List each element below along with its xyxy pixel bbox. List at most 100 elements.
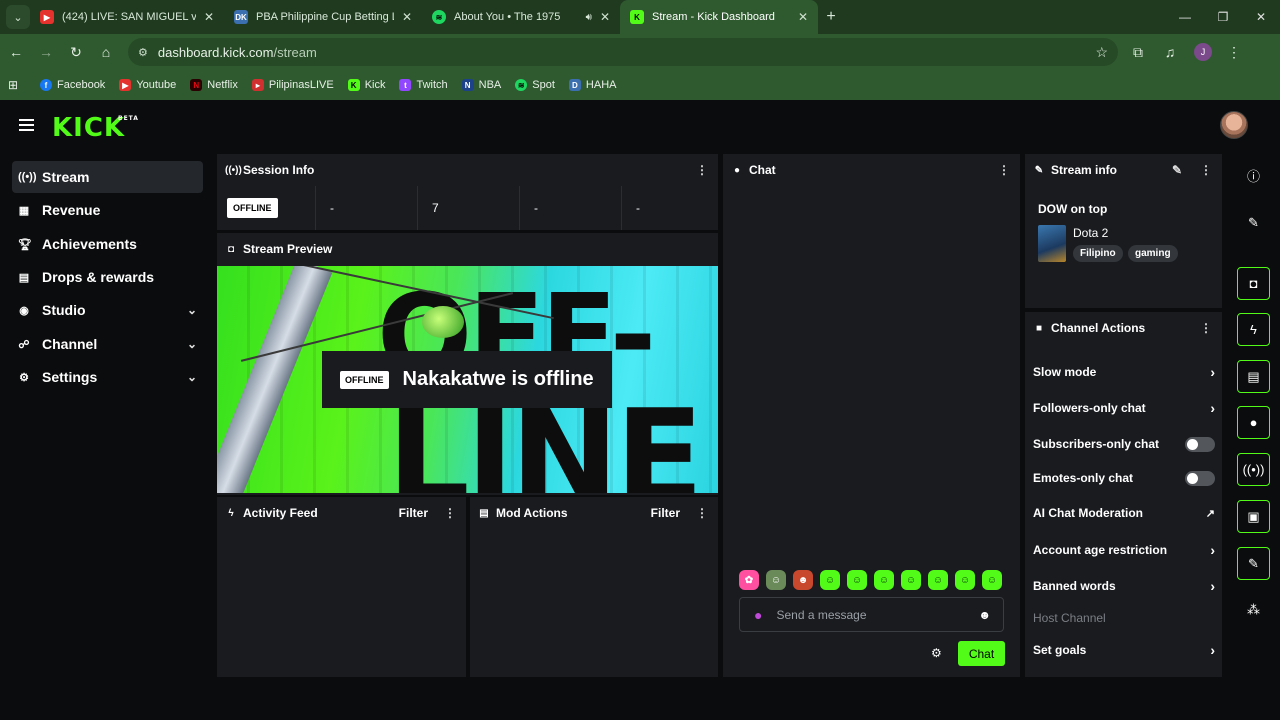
bookmark-pilipinaslive[interactable]: ▸ PilipinasLIVE <box>251 79 334 91</box>
home-icon[interactable]: ⌂ <box>92 44 120 60</box>
broadcast-icon[interactable]: ((•)) <box>1237 453 1270 486</box>
chevron-down-icon[interactable]: ⌄ <box>187 303 197 317</box>
more-options-icon[interactable]: ⋮ <box>1200 321 1212 335</box>
site-info-icon[interactable]: ⚙ <box>138 46 148 59</box>
preview-toggle-icon[interactable]: ◘ <box>1237 267 1270 300</box>
apps-grid-icon[interactable]: ⊞ <box>8 78 24 92</box>
edit-icon[interactable]: ✎ <box>1237 206 1270 239</box>
set-goals-row[interactable]: Set goals › <box>1033 640 1215 660</box>
emote-icon[interactable]: ☺ <box>901 570 921 590</box>
browser-tab[interactable]: ≋ About You • The 1975 🔊︎ ✕ <box>422 0 620 34</box>
bookmark-nba[interactable]: N NBA <box>461 79 501 91</box>
chevron-down-icon[interactable]: ⌄ <box>187 337 197 351</box>
chevron-down-icon[interactable]: ⌄ <box>187 370 197 384</box>
bookmark-youtube[interactable]: ▶ Youtube <box>119 79 176 91</box>
action-label: AI Chat Moderation <box>1033 506 1143 520</box>
minimize-icon[interactable]: — <box>1166 0 1204 34</box>
close-icon[interactable]: ✕ <box>204 10 214 24</box>
camera-icon[interactable]: ▣ <box>1237 500 1270 533</box>
browser-tab[interactable]: DK PBA Philippine Cup Betting Lines ✕ <box>224 0 422 34</box>
bookmark-kick[interactable]: K Kick <box>347 79 386 91</box>
emote-icon[interactable]: ☺ <box>874 570 894 590</box>
game-name[interactable]: Dota 2 <box>1073 226 1108 240</box>
lightning-icon[interactable]: ϟ <box>1237 313 1270 346</box>
filter-button[interactable]: Filter <box>651 506 680 520</box>
dashboard-sidebar: ((•)) Stream ▦ Revenue 🏆︎ Achievements ▤ Dro… <box>0 153 213 683</box>
tab-search-button[interactable]: ⌄ <box>6 5 30 29</box>
user-avatar[interactable] <box>1220 111 1248 139</box>
bookmark-haha[interactable]: D HAHA <box>568 79 616 91</box>
tab-title: About You • The 1975 <box>454 11 561 23</box>
media-icon[interactable]: ♫ <box>1158 44 1182 60</box>
emote-icon[interactable]: ☺ <box>928 570 948 590</box>
browser-tab[interactable]: ▶ (424) LIVE: SAN MIGUEL vs. BRGY ✕ <box>30 0 224 34</box>
menu-icon[interactable] <box>19 119 34 131</box>
emote-icon[interactable]: ☺ <box>982 570 1002 590</box>
emotes-only-toggle[interactable] <box>1185 470 1215 486</box>
sidebar-item-revenue[interactable]: ▦ Revenue <box>12 194 203 226</box>
chat-send-button[interactable]: Chat <box>958 641 1005 666</box>
ai-moderation-row[interactable]: AI Chat Moderation ↗ <box>1033 503 1215 523</box>
add-widget-icon[interactable]: ⁂ <box>1237 593 1270 626</box>
sidebar-item-drops[interactable]: ▤ Drops & rewards <box>12 261 203 293</box>
more-options-icon[interactable]: ⋮ <box>1200 163 1212 177</box>
speaker-icon[interactable]: 🔊︎ <box>586 12 592 23</box>
sidebar-item-settings[interactable]: ⚙ Settings ⌄ <box>12 361 203 393</box>
bookmark-star-icon[interactable]: ☆ <box>1095 44 1108 61</box>
close-icon[interactable]: ✕ <box>402 10 412 24</box>
mod-actions-panel: ▤ Mod Actions Filter ⋮ <box>470 497 718 677</box>
back-icon[interactable]: ← <box>2 44 30 60</box>
url-field[interactable]: ⚙ dashboard.kick.com/stream ☆ <box>128 38 1118 66</box>
microphone-icon[interactable]: ● <box>754 607 762 623</box>
bookmark-label: Kick <box>364 79 386 91</box>
kick-logo[interactable]: KICK BETA <box>52 113 138 143</box>
tab-title: PBA Philippine Cup Betting Lines <box>256 11 394 23</box>
emote-icon[interactable]: ☻ <box>793 570 813 590</box>
sidebar-item-channel[interactable]: ☍ Channel ⌄ <box>12 328 203 360</box>
followers-only-row[interactable]: Followers-only chat › <box>1033 398 1215 418</box>
profile-avatar[interactable]: J <box>1194 43 1212 61</box>
filter-button[interactable]: Filter <box>399 506 428 520</box>
emote-icon[interactable]: ☺ <box>766 570 786 590</box>
new-tab-button[interactable]: + <box>818 8 844 26</box>
close-window-icon[interactable]: ✕ <box>1242 0 1280 34</box>
chat-settings-icon[interactable]: ⚙ <box>931 646 942 660</box>
banned-words-row[interactable]: Banned words › <box>1033 576 1215 596</box>
chat-input[interactable]: ● Send a message ☻ <box>739 597 1004 632</box>
sidebar-item-label: Achievements <box>42 236 137 252</box>
edit-icon[interactable]: ✎ <box>1172 163 1182 177</box>
extensions-icon[interactable]: ⧉ <box>1118 44 1158 61</box>
more-options-icon[interactable]: ⋮ <box>998 163 1010 177</box>
browser-menu-icon[interactable]: ⋮ <box>1224 44 1244 61</box>
slow-mode-row[interactable]: Slow mode › <box>1033 362 1215 382</box>
document-icon[interactable]: ▤ <box>1237 360 1270 393</box>
emote-icon[interactable]: ✿ <box>739 570 759 590</box>
sidebar-item-studio[interactable]: ◉ Studio ⌄ <box>12 294 203 326</box>
more-options-icon[interactable]: ⋮ <box>444 506 456 520</box>
account-age-row[interactable]: Account age restriction › <box>1033 540 1215 560</box>
emote-icon[interactable]: ☺ <box>820 570 840 590</box>
sidebar-item-stream[interactable]: ((•)) Stream <box>12 161 203 193</box>
restore-icon[interactable]: ❐ <box>1204 0 1242 34</box>
close-icon[interactable]: ✕ <box>600 10 610 24</box>
close-icon[interactable]: ✕ <box>798 10 808 24</box>
forward-icon[interactable]: → <box>32 44 60 60</box>
sidebar-item-achievements[interactable]: 🏆︎ Achievements <box>12 228 203 260</box>
info-icon[interactable]: ⓘ <box>1237 159 1270 192</box>
bookmark-twitch[interactable]: t Twitch <box>399 79 448 91</box>
emote-icon[interactable]: ☺ <box>847 570 867 590</box>
panel-header: ▤ Mod Actions Filter ⋮ <box>470 497 718 529</box>
bookmark-spot[interactable]: ≋ Spot <box>515 79 555 91</box>
reload-icon[interactable]: ↻ <box>62 44 90 61</box>
emote-icon[interactable]: ☺ <box>955 570 975 590</box>
emoji-icon[interactable]: ☻ <box>978 608 991 622</box>
bookmark-facebook[interactable]: f Facebook <box>40 79 105 91</box>
more-options-icon[interactable]: ⋮ <box>696 163 708 177</box>
subscribers-only-toggle[interactable] <box>1185 436 1215 452</box>
wrench-icon[interactable]: ✎ <box>1237 547 1270 580</box>
bookmark-netflix[interactable]: N Netflix <box>190 79 238 91</box>
beta-badge: BETA <box>118 115 139 122</box>
chat-icon[interactable]: ● <box>1237 406 1270 439</box>
more-options-icon[interactable]: ⋮ <box>696 506 708 520</box>
browser-tab-active[interactable]: K Stream - Kick Dashboard ✕ <box>620 0 818 34</box>
